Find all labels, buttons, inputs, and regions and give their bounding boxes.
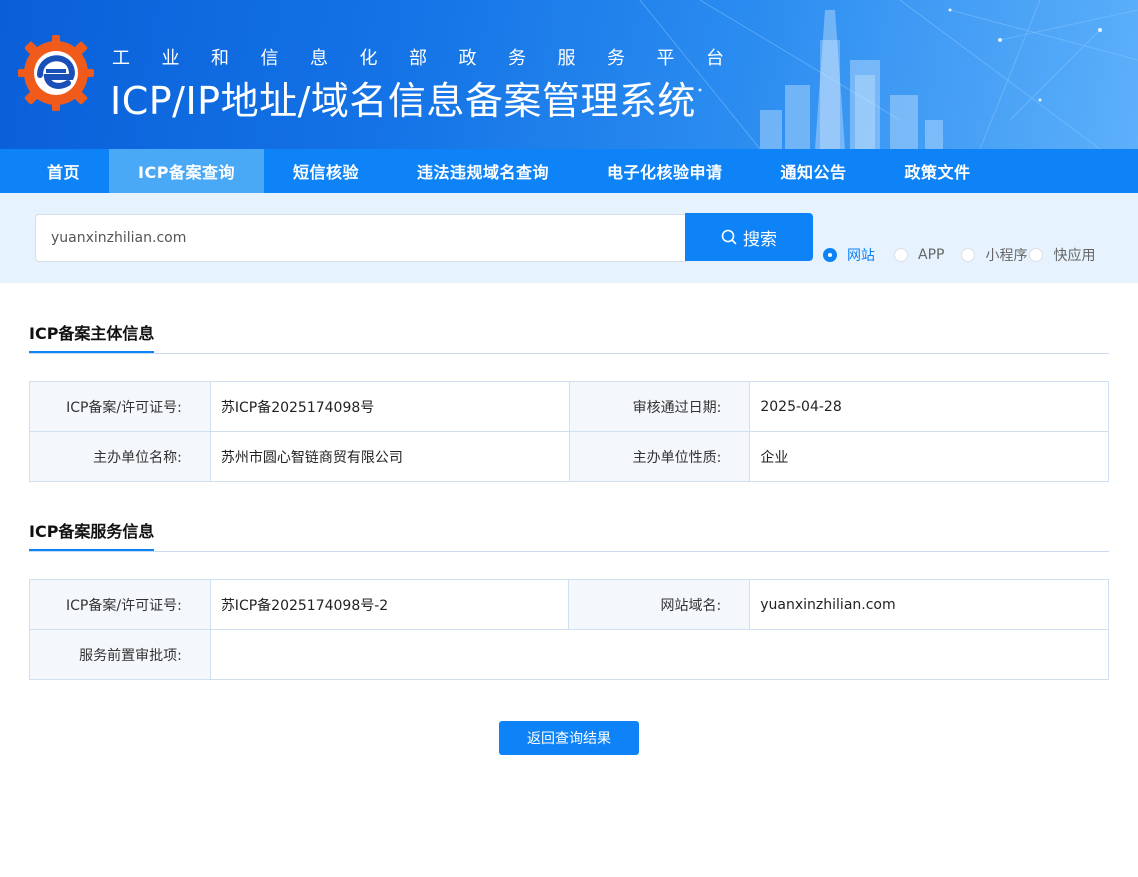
section-title-text: ICP备案服务信息 [29, 518, 155, 551]
back-to-results-button[interactable]: 返回查询结果 [499, 721, 639, 755]
nav-item-illegal-domain-query[interactable]: 违法违规域名查询 [388, 149, 578, 193]
website-domain-label: 网站域名: [568, 579, 751, 630]
service-license-label: ICP备案/许可证号: [29, 579, 211, 630]
search-type-radio-group: 网站 APP 小程序 快应用 [823, 245, 1095, 265]
main-nav: 首页 ICP备案查询 短信核验 违法违规域名查询 电子化核验申请 通知公告 政策… [0, 149, 1138, 193]
table-row: 服务前置审批项: [29, 629, 1110, 680]
radio-label: 网站 [847, 248, 875, 264]
service-info-section: ICP备案服务信息 ICP备案/许可证号: 苏ICP备2025174098号-2… [29, 508, 1110, 680]
system-title: ICP/IP地址/域名信息备案管理系统 [110, 79, 696, 123]
section-title-text: ICP备案主体信息 [29, 320, 155, 353]
nav-item-electronic-verify[interactable]: 电子化核验申请 [578, 149, 752, 193]
table-row: 主办单位名称: 苏州市圆心智链商贸有限公司 主办单位性质: 企业 [29, 431, 1109, 482]
service-info-table: ICP备案/许可证号: 苏ICP备2025174098号-2 网站域名: yua… [29, 579, 1110, 680]
radio-label: APP [918, 247, 945, 263]
organizer-name-value: 苏州市圆心智链商贸有限公司 [209, 431, 570, 482]
subject-info-table: ICP备案/许可证号: 苏ICP备2025174098号 审核通过日期: 202… [29, 381, 1109, 482]
organizer-name-label: 主办单位名称: [29, 431, 211, 482]
section-title: ICP备案主体信息 [29, 310, 1109, 354]
radio-quick-app[interactable]: 快应用 [1029, 245, 1095, 265]
search-icon [721, 229, 737, 245]
preapproval-label: 服务前置审批项: [29, 629, 211, 680]
approval-date-label: 审核通过日期: [568, 381, 751, 432]
license-label: ICP备案/许可证号: [29, 381, 211, 432]
table-row: ICP备案/许可证号: 苏ICP备2025174098号-2 网站域名: yua… [29, 579, 1109, 630]
table-row: ICP备案/许可证号: 苏ICP备2025174098号 审核通过日期: 202… [29, 381, 1109, 432]
search-button-label: 搜索 [743, 229, 777, 249]
subject-info-section: ICP备案主体信息 ICP备案/许可证号: 苏ICP备2025174098号 审… [29, 310, 1109, 482]
service-license-value: 苏ICP备2025174098号-2 [209, 579, 570, 630]
license-value: 苏ICP备2025174098号 [209, 381, 570, 432]
radio-label: 小程序 [985, 248, 1028, 264]
search-area: 搜索 网站 APP 小程序 快应用 [0, 193, 1138, 283]
radio-unchecked-icon [1029, 248, 1044, 262]
radio-unchecked-icon [894, 248, 908, 262]
nav-item-notices[interactable]: 通知公告 [752, 149, 876, 193]
preapproval-value [209, 629, 1110, 680]
approval-date-value: 2025-04-28 [749, 381, 1109, 432]
radio-label: 快应用 [1053, 248, 1096, 264]
nav-item-sms-verify[interactable]: 短信核验 [264, 149, 388, 193]
radio-checked-icon [823, 248, 837, 262]
organizer-type-label: 主办单位性质: [568, 431, 751, 482]
search-input[interactable] [35, 214, 686, 262]
search-button[interactable]: 搜索 [685, 213, 813, 261]
website-domain-value: yuanxinzhilian.com [749, 579, 1109, 630]
nav-item-home[interactable]: 首页 [18, 149, 109, 193]
radio-mini-program[interactable]: 小程序 [961, 245, 1027, 265]
header-banner: 工业和信息化部政务服务平台 ICP/IP地址/域名信息备案管理系统 [0, 0, 1138, 149]
platform-subtitle: 工业和信息化部政务服务平台 [112, 48, 756, 69]
nav-item-icp-query[interactable]: ICP备案查询 [109, 149, 264, 193]
section-title: ICP备案服务信息 [29, 508, 1109, 552]
radio-unchecked-icon [961, 248, 976, 262]
radio-website[interactable]: 网站 [823, 245, 875, 265]
nav-item-policies[interactable]: 政策文件 [876, 149, 1000, 193]
miit-logo-icon [18, 35, 94, 111]
organizer-type-value: 企业 [749, 431, 1109, 482]
radio-app[interactable]: APP [894, 247, 944, 263]
